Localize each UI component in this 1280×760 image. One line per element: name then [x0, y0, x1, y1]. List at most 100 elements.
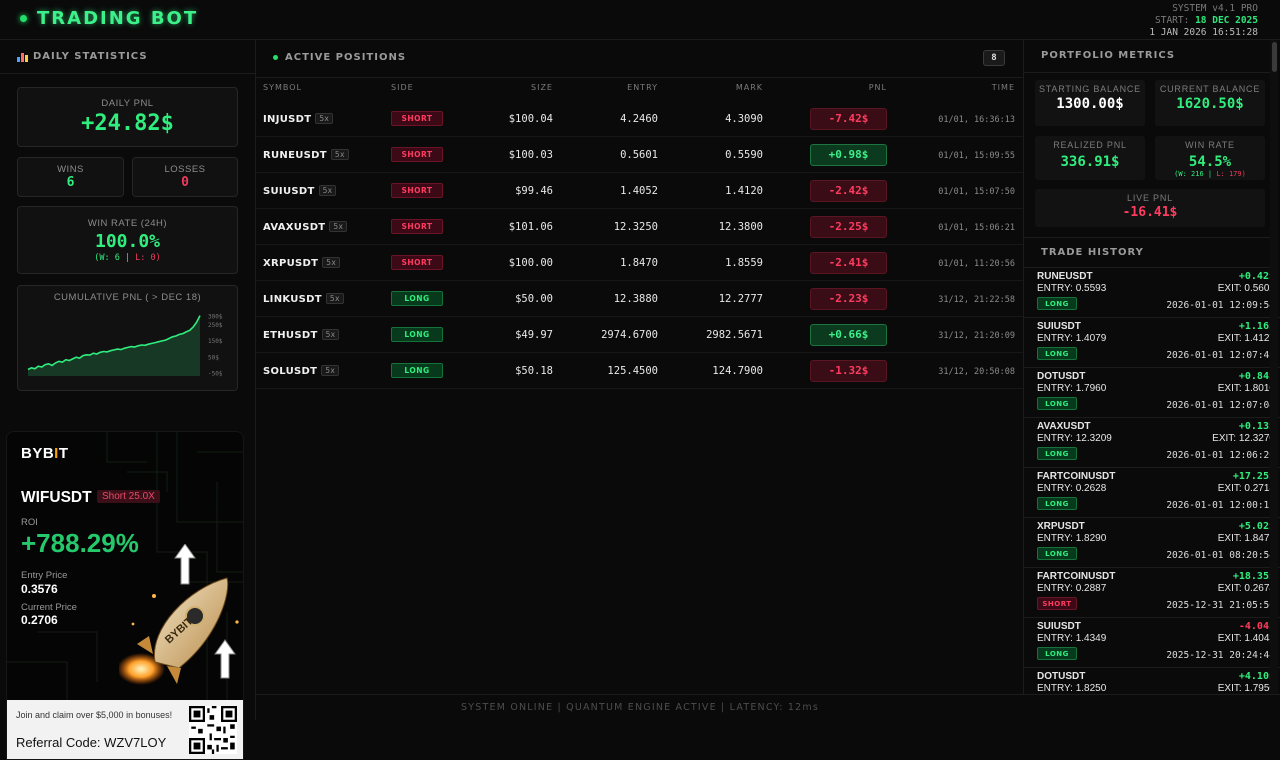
side-badge: LONG — [391, 327, 443, 342]
position-symbol-text: ETHUSDT — [263, 330, 318, 341]
losses-value: 0 — [181, 175, 189, 190]
trade-entry: ENTRY: 1.4349 — [1037, 633, 1107, 644]
daily-statistics-title: DAILY STATISTICS — [33, 51, 148, 62]
ad-entry-value: 0.3576 — [21, 582, 58, 596]
rocket-illustration: BYBIT — [119, 544, 239, 685]
trade-history-item[interactable]: SUIUSDT +1.16$ ENTRY: 1.4079 EXIT: 1.4127 LO… — [1024, 318, 1280, 368]
col-time[interactable]: TIME — [992, 83, 1015, 92]
col-pnl[interactable]: PNL — [869, 83, 887, 92]
position-pnl: +0.98$ — [810, 144, 887, 166]
trade-time: 2026-01-01 12:00:12 — [1166, 500, 1275, 511]
position-pnl: -1.32$ — [810, 360, 887, 382]
position-size: $101.06 — [508, 221, 553, 233]
trade-history-item[interactable]: SUIUSDT -4.04$ ENTRY: 1.4349 EXIT: 1.4043 LO… — [1024, 618, 1280, 668]
position-size: $100.03 — [508, 149, 553, 161]
trade-exit: EXIT: 1.8010 — [1217, 383, 1275, 394]
position-symbol-text: XRPUSDT — [263, 258, 319, 269]
trade-time: 2026-01-01 12:09:54 — [1166, 300, 1275, 311]
trade-history-item[interactable]: RUNEUSDT +0.42$ ENTRY: 0.5593 EXIT: 0.5602 L… — [1024, 268, 1280, 318]
scrollbar-thumb[interactable] — [1272, 42, 1277, 72]
position-row[interactable]: LINKUSDT 5x LONG $50.00 12.3880 12.2777 -2.23$… — [256, 281, 1023, 317]
position-symbol-text: LINKUSDT — [263, 294, 322, 305]
trade-entry: ENTRY: 0.5593 — [1037, 283, 1107, 294]
wins-value: 6 — [66, 175, 75, 190]
cumulative-pnl-card: CUMULATIVE PNL ( > DEC 18) 300$ 250$ 150$ 5… — [17, 285, 238, 391]
bar-chart-icon — [17, 52, 28, 62]
position-symbol: AVAXUSDT 5x — [263, 221, 348, 233]
position-row[interactable]: AVAXUSDT 5x SHORT $101.06 12.3250 12.3800 -2.2… — [256, 209, 1023, 245]
leverage-badge: 5x — [321, 329, 340, 340]
trade-history-scrollbar[interactable] — [1270, 40, 1278, 694]
ad-position-tag: Short 25.0X — [97, 490, 160, 503]
position-row[interactable]: ETHUSDT 5x LONG $49.97 2974.6700 2982.5671 +0.… — [256, 317, 1023, 353]
trade-history-item[interactable]: XRPUSDT +5.02$ ENTRY: 1.8290 EXIT: 1.8471 LO… — [1024, 518, 1280, 568]
position-size: $49.97 — [515, 329, 553, 341]
position-time: 31/12, 20:50:08 — [938, 367, 1015, 377]
starting-balance-label: STARTING BALANCE — [1039, 84, 1141, 94]
trade-side-badge: LONG — [1037, 547, 1077, 560]
position-mark: 12.3800 — [718, 221, 763, 233]
trade-time: 2026-01-01 12:07:04 — [1166, 400, 1275, 411]
cumulative-pnl-area — [28, 315, 200, 376]
trade-history-title: TRADE HISTORY — [1041, 247, 1144, 258]
trade-side-badge: LONG — [1037, 647, 1077, 660]
trade-entry: ENTRY: 12.3209 — [1037, 433, 1112, 444]
position-size: $50.00 — [515, 293, 553, 305]
position-row[interactable]: XRPUSDT 5x SHORT $100.00 1.8470 1.8559 -2.41$ 0… — [256, 245, 1023, 281]
daily-pnl-card: DAILY PNL +24.82$ — [17, 87, 238, 147]
ad-current-value: 0.2706 — [21, 613, 58, 627]
daily-pnl-value: +24.82$ — [81, 111, 174, 136]
side-badge: SHORT — [391, 111, 443, 126]
losses-label: LOSSES — [164, 164, 206, 175]
trade-history-item[interactable]: FARTCOINUSDT +18.35$ ENTRY: 0.2887 EXIT: 0.… — [1024, 568, 1280, 618]
trade-symbol: FARTCOINUSDT — [1037, 571, 1116, 582]
trade-entry: ENTRY: 1.8250 — [1037, 683, 1107, 694]
position-symbol-text: SUIUSDT — [263, 186, 315, 197]
trade-history-item[interactable]: DOTUSDT +0.84$ ENTRY: 1.7960 EXIT: 1.8010 LO… — [1024, 368, 1280, 418]
cumulative-pnl-label: CUMULATIVE PNL ( > DEC 18) — [53, 292, 202, 303]
position-pnl: -2.41$ — [810, 252, 887, 274]
col-side[interactable]: SIDE — [391, 83, 414, 92]
col-mark[interactable]: MARK — [736, 83, 763, 92]
wins-label: WINS — [57, 164, 84, 175]
trade-side-badge: LONG — [1037, 347, 1077, 360]
divider — [1024, 72, 1274, 73]
ad-current-label: Current Price — [21, 602, 77, 613]
position-row[interactable]: SOLUSDT 5x LONG $50.18 125.4500 124.7900 -1.32… — [256, 353, 1023, 389]
starting-balance-value: 1300.00$ — [1056, 95, 1124, 112]
total-win-rate-value: 54.5% — [1188, 153, 1232, 170]
trade-history-item[interactable]: AVAXUSDT +0.13$ ENTRY: 12.3209 EXIT: 12.327… — [1024, 418, 1280, 468]
start-info: START: 18 DEC 2025 — [1149, 15, 1258, 27]
leverage-badge: 5x — [329, 221, 348, 232]
side-badge: SHORT — [391, 219, 443, 234]
leverage-badge: 5x — [325, 293, 344, 304]
position-row[interactable]: INJUSDT 5x SHORT $100.04 4.2460 4.3090 -7.42$ 0… — [256, 101, 1023, 137]
system-status: SYSTEM ONLINE | QUANTUM ENGINE ACTIVE | … — [461, 702, 819, 713]
bybit-logo: BYBIT — [21, 445, 69, 462]
position-entry: 2974.6700 — [601, 329, 658, 341]
position-row[interactable]: SUIUSDT 5x SHORT $99.46 1.4052 1.4120 -2.42$ 01… — [256, 173, 1023, 209]
ad-footer: Join and claim over $5,000 in bonuses! R… — [7, 700, 243, 759]
trade-entry: ENTRY: 0.2887 — [1037, 583, 1107, 594]
total-win-rate-card: WIN RATE 54.5% (W: 216 | L: 179) — [1155, 136, 1265, 180]
trade-pnl: +18.35$ — [1232, 571, 1275, 582]
trade-exit: EXIT: 12.3270 — [1212, 433, 1275, 444]
position-entry: 1.8470 — [620, 257, 658, 269]
trade-exit: EXIT: 0.2718 — [1217, 483, 1275, 494]
total-wins: (W: 216 | — [1174, 169, 1213, 178]
trade-symbol: FARTCOINUSDT — [1037, 471, 1116, 482]
wins-card: WINS 6 — [17, 157, 124, 197]
col-symbol[interactable]: SYMBOL — [263, 83, 302, 92]
referral-code[interactable]: Referral Code: WZV7LOY — [16, 735, 166, 750]
bybit-ad[interactable]: BYBIT WIFUSDT Short 25.0X ROI +788.29% E… — [6, 431, 244, 760]
live-pnl-value: -16.41$ — [1122, 204, 1178, 220]
trade-exit: EXIT: 1.8471 — [1217, 533, 1275, 544]
position-row[interactable]: RUNEUSDT 5x SHORT $100.03 0.5601 0.5590 +0.98$… — [256, 137, 1023, 173]
qr-code-icon[interactable] — [189, 706, 237, 754]
start-label: START: — [1155, 15, 1190, 26]
trade-exit: EXIT: 1.4127 — [1217, 333, 1275, 344]
trade-history-item[interactable]: FARTCOINUSDT +17.25$ ENTRY: 0.2628 EXIT: 0.… — [1024, 468, 1280, 518]
system-info: SYSTEM v4.1 PRO START: 18 DEC 2025 1 JAN… — [1149, 3, 1258, 39]
col-size[interactable]: SIZE — [531, 83, 553, 92]
col-entry[interactable]: ENTRY — [627, 83, 658, 92]
